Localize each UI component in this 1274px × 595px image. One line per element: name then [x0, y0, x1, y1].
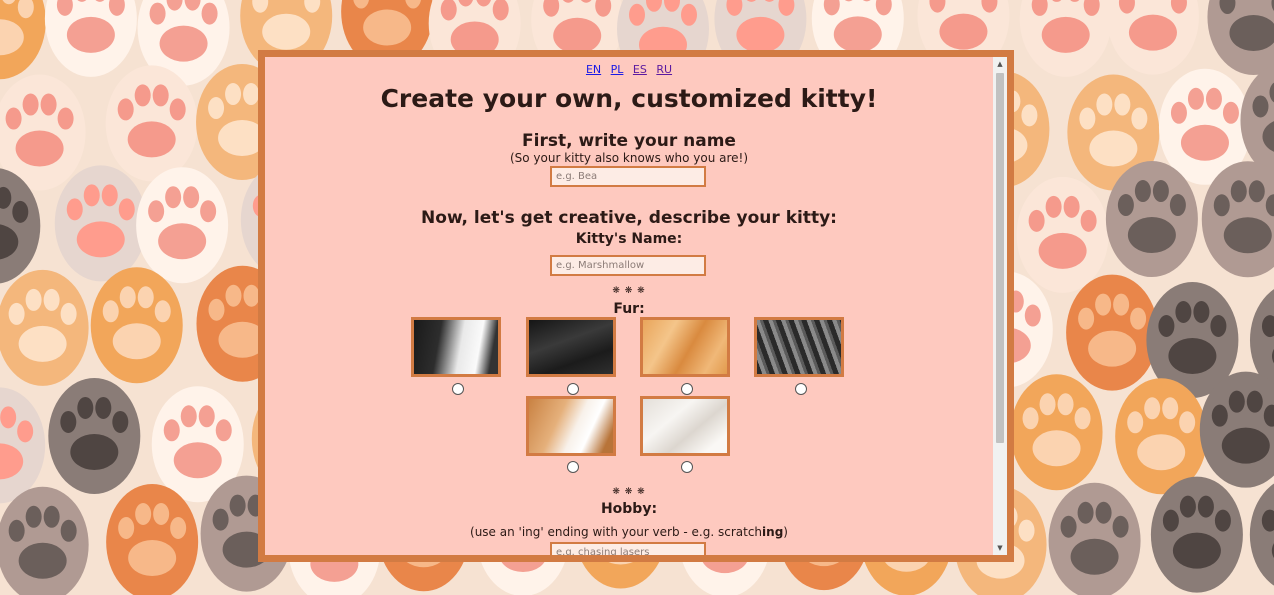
name-section-heading: First, write your name [522, 131, 736, 151]
paw-decoration [1016, 176, 1109, 293]
fur-radio-black-white[interactable] [452, 383, 464, 395]
kitty-name-label: Kitty's Name: [575, 231, 683, 247]
paw-decoration [54, 165, 147, 282]
paw-decoration [48, 377, 141, 494]
paw-decoration [0, 0, 46, 80]
paw-decoration [106, 484, 199, 595]
hobby-label: Hobby: [600, 501, 658, 517]
panel-scrollbar[interactable]: ▲ ▼ [993, 57, 1007, 555]
scroll-up-arrow-icon[interactable]: ▲ [993, 57, 1007, 71]
name-section-subtext: (So your kitty also knows who you are!) [509, 151, 749, 165]
fur-radio-grey-tabby[interactable] [795, 383, 807, 395]
paw-separator-1: ❋ ❋ ❋ [612, 286, 646, 296]
paw-decoration [1106, 0, 1199, 75]
language-switcher: EN PL ES RU [265, 63, 993, 76]
fur-option-grey-tabby[interactable] [754, 317, 844, 377]
kitty-form-content: EN PL ES RU Create your own, customized … [265, 57, 993, 555]
lang-link-en[interactable]: EN [586, 63, 601, 76]
paw-decoration [0, 269, 89, 386]
kitty-name-input[interactable] [550, 255, 706, 276]
page-title: Create your own, customized kitty! [380, 84, 878, 113]
paw-decoration [1150, 476, 1243, 593]
paw-decoration [1066, 274, 1159, 391]
lang-link-ru[interactable]: RU [656, 63, 672, 76]
your-name-input[interactable] [550, 166, 706, 187]
fur-option-black-white[interactable] [411, 317, 501, 377]
paw-decoration [44, 0, 137, 77]
paw-decoration [90, 267, 183, 384]
paw-decoration [1240, 64, 1274, 177]
fur-radio-orange[interactable] [681, 383, 693, 395]
paw-decoration [1105, 161, 1198, 278]
fur-option-orange[interactable] [640, 317, 730, 377]
paw-decoration [0, 486, 89, 595]
fur-option-black[interactable] [526, 317, 616, 377]
paw-decoration [0, 387, 46, 504]
scrollbar-thumb[interactable] [996, 73, 1004, 443]
kitty-form-frame: EN PL ES RU Create your own, customized … [258, 50, 1014, 562]
scroll-down-arrow-icon[interactable]: ▼ [993, 541, 1007, 555]
paw-separator-2: ❋ ❋ ❋ [612, 487, 646, 497]
fur-radio-black[interactable] [567, 383, 579, 395]
paw-decoration [1048, 482, 1141, 595]
fur-radio-calico[interactable] [567, 461, 579, 473]
fur-option-calico[interactable] [526, 396, 616, 456]
fur-option-white[interactable] [640, 396, 730, 456]
paw-decoration [136, 167, 229, 284]
lang-link-pl[interactable]: PL [611, 63, 624, 76]
paw-decoration [1207, 0, 1274, 76]
fur-label: Fur: [613, 301, 645, 317]
fur-radio-white[interactable] [681, 461, 693, 473]
paw-decoration [1010, 374, 1103, 491]
kitty-section-heading: Now, let's get creative, describe your k… [421, 208, 837, 228]
hobby-hint-prefix: (use an 'ing' ending with your verb - e.… [470, 525, 763, 539]
hobby-hint-bold: ing [762, 525, 784, 539]
hobby-hint: (use an 'ing' ending with your verb - e.… [265, 525, 993, 539]
hobby-hint-suffix: ) [783, 525, 788, 539]
lang-link-es[interactable]: ES [633, 63, 647, 76]
hobby-input[interactable] [550, 542, 706, 555]
paw-decoration [105, 65, 198, 182]
paw-decoration [1249, 483, 1274, 586]
paw-decoration [1019, 0, 1112, 77]
